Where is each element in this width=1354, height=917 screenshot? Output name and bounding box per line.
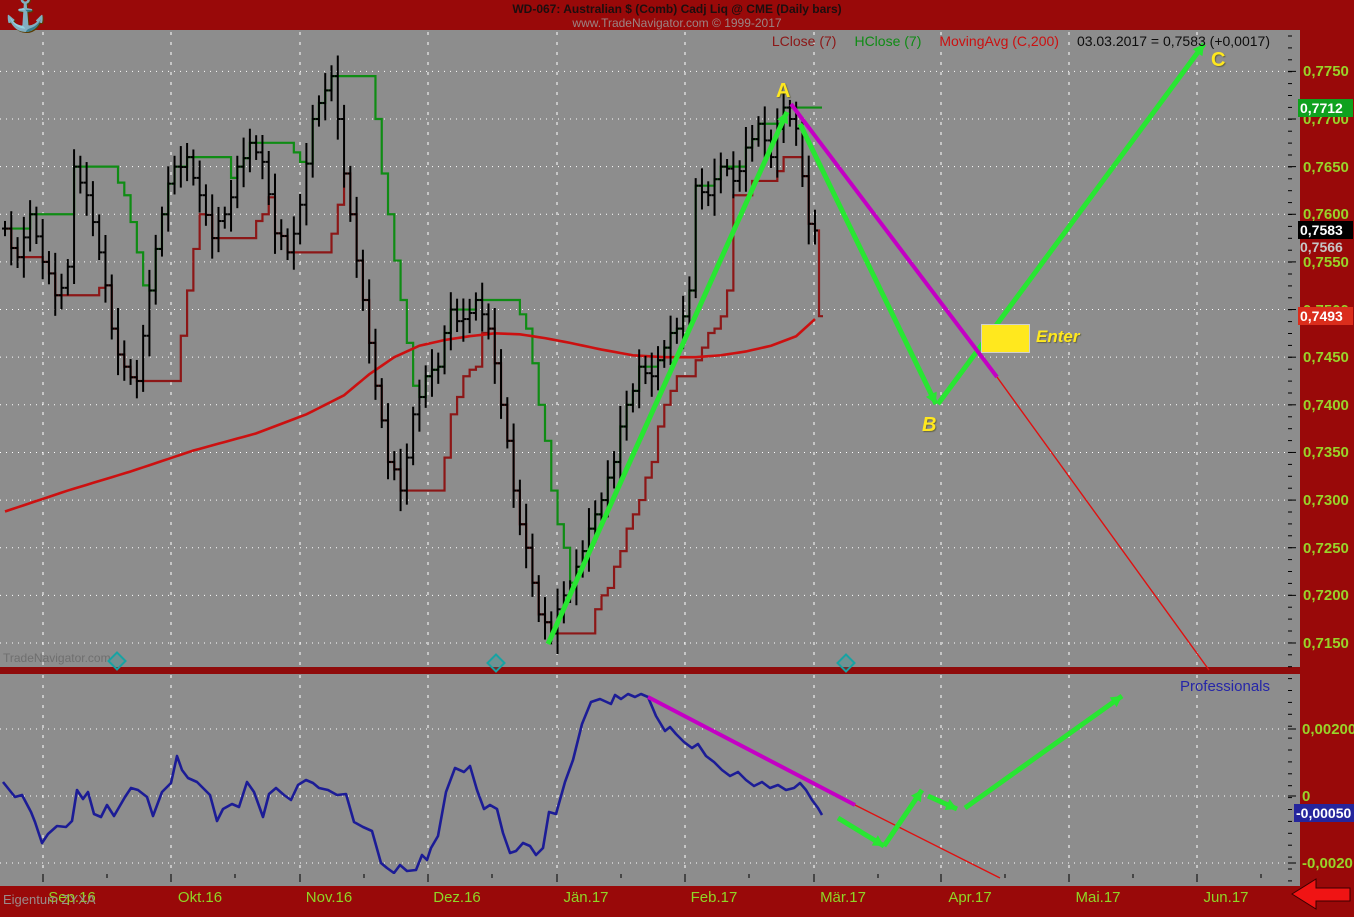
ownership-footer: Eigentum ZYXA — [3, 892, 96, 907]
month-label: Mai.17 — [1067, 889, 1129, 906]
enter-label: Enter — [1036, 327, 1079, 347]
window-subtitle: www.TradeNavigator.com © 1999-2017 — [0, 16, 1354, 30]
indicator-value-marker: -0,00050 — [1294, 804, 1354, 822]
price-scale-strip[interactable] — [1288, 30, 1300, 886]
price-tick-label: 0,7400 — [1303, 397, 1353, 414]
time-scale-strip[interactable] — [0, 874, 1288, 886]
prev-close-marker: 0,7566 — [1298, 238, 1353, 256]
label-point-a: A — [776, 80, 790, 103]
main-chart-panel[interactable] — [0, 30, 1288, 668]
month-label: Jun.17 — [1195, 889, 1257, 906]
legend-hclose: HClose (7) — [854, 33, 921, 49]
lclose-marker: 0,7493 — [1298, 307, 1353, 325]
lower-panel-title: Professionals — [1110, 678, 1270, 695]
legend-quote: 03.03.2017 = 0,7583 (+0,0017) — [1077, 33, 1270, 49]
window-title: WD-067: Australian $ (Comb) Cadj Liq @ C… — [0, 2, 1354, 16]
month-label: Nov.16 — [298, 889, 360, 906]
chart-canvas — [0, 0, 1354, 917]
legend-lclose: LClose (7) — [772, 33, 837, 49]
indicator-tick-label: -0,0020 — [1302, 855, 1354, 872]
price-tick-label: 0,7650 — [1303, 159, 1353, 176]
price-tick-label: 0,7250 — [1303, 540, 1353, 557]
price-tick-label: 0,7750 — [1303, 63, 1353, 80]
scroll-left-arrow-button[interactable] — [1292, 879, 1350, 909]
watermark-text: TradeNavigator.com — [3, 651, 111, 665]
price-tick-label: 0,7350 — [1303, 444, 1353, 461]
anchor-logo-icon: ⚓ — [4, 0, 46, 34]
lower-chart-panel[interactable] — [0, 674, 1288, 874]
price-tick-label: 0,7200 — [1303, 587, 1353, 604]
month-label: Dez.16 — [426, 889, 488, 906]
legend: LClose (7) HClose (7) MovingAvg (C,200) … — [560, 33, 1270, 49]
price-tick-label: 0,7300 — [1303, 492, 1353, 509]
panel-divider — [0, 667, 1300, 674]
indicator-tick-label: 0 — [1302, 788, 1354, 805]
month-label: Jän.17 — [555, 889, 617, 906]
enter-zone-box — [981, 324, 1030, 353]
month-label: Okt.16 — [169, 889, 231, 906]
legend-movavg: MovingAvg (C,200) — [939, 33, 1059, 49]
price-tick-label: 0,7150 — [1303, 635, 1353, 652]
month-label: Apr.17 — [939, 889, 1001, 906]
price-tick-label: 0,7550 — [1303, 254, 1353, 271]
price-tick-label: 0,7450 — [1303, 349, 1353, 366]
label-point-b: B — [922, 414, 936, 437]
month-label: Feb.17 — [683, 889, 745, 906]
label-point-c: C — [1211, 49, 1225, 72]
hclose-marker: 0,7712 — [1298, 99, 1353, 117]
indicator-tick-label: 0,00200 — [1302, 721, 1354, 738]
month-label: Mär.17 — [812, 889, 874, 906]
